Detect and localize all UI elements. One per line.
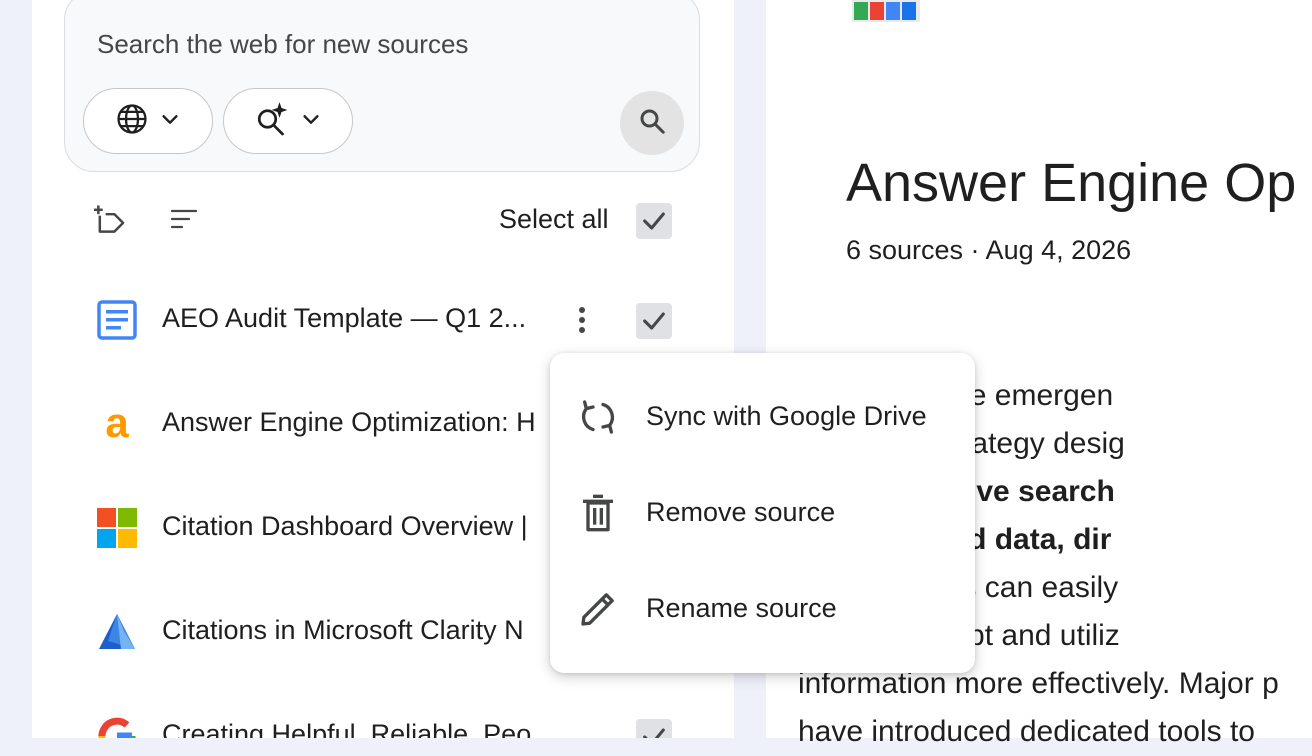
sync-icon (578, 397, 618, 437)
search-input[interactable]: Search the web for new sources (97, 29, 468, 60)
search-submit-button[interactable] (620, 91, 684, 155)
notebook-logo-icon (852, 0, 920, 27)
remove-source-menu-item[interactable]: Remove source (550, 473, 975, 553)
sync-with-drive-menu-item[interactable]: Sync with Google Drive (550, 377, 975, 457)
source-checkbox[interactable] (636, 719, 672, 738)
sparkle-search-icon (254, 101, 290, 142)
source-title: Answer Engine Optimization: H (162, 407, 536, 437)
trash-icon (578, 493, 618, 533)
sort-icon[interactable] (170, 208, 198, 235)
amazon-icon: a (96, 399, 138, 446)
source-title: AEO Audit Template — Q1 2... (162, 303, 527, 333)
source-checkbox[interactable] (636, 303, 672, 339)
rename-source-menu-item[interactable]: Rename source (550, 569, 975, 649)
more-vert-icon[interactable] (570, 302, 594, 338)
web-search-box: Search the web for new sources (64, 0, 700, 172)
chevron-down-icon (300, 108, 322, 135)
select-all-label: Select all (499, 204, 609, 234)
azure-icon (96, 611, 138, 653)
source-type-dropdown[interactable] (83, 88, 213, 154)
notebook-title: Answer Engine Op (846, 153, 1297, 213)
google-icon (96, 715, 138, 738)
source-title: Citation Dashboard Overview | (162, 511, 528, 541)
source-title: Creating Helpful, Reliable, Peo (162, 719, 532, 738)
label-add-icon[interactable] (92, 204, 128, 241)
globe-icon (115, 102, 149, 141)
select-all-checkbox[interactable] (636, 203, 672, 239)
notebook-meta: 6 sources · Aug 4, 2026 (846, 235, 1132, 265)
source-row[interactable]: AEO Audit Template — Q1 2... (32, 285, 734, 355)
menu-item-label: Rename source (646, 593, 837, 623)
source-context-menu: Sync with Google Drive Remove source Ren… (550, 353, 975, 673)
pencil-icon (578, 589, 618, 629)
research-mode-dropdown[interactable] (223, 88, 353, 154)
svg-text:a: a (105, 403, 129, 445)
microsoft-icon (96, 507, 138, 549)
chevron-down-icon (159, 108, 181, 135)
menu-item-label: Remove source (646, 497, 836, 527)
summary-line: have introduced dedicated tools to (798, 708, 1312, 756)
google-docs-icon (96, 299, 138, 341)
summary-text: have introduced dedicated tools to (798, 715, 1255, 748)
source-title: Citations in Microsoft Clarity N (162, 615, 524, 645)
search-icon (637, 106, 667, 141)
source-row[interactable]: Creating Helpful, Reliable, Peo (32, 701, 734, 738)
menu-item-label: Sync with Google Drive (646, 401, 927, 431)
